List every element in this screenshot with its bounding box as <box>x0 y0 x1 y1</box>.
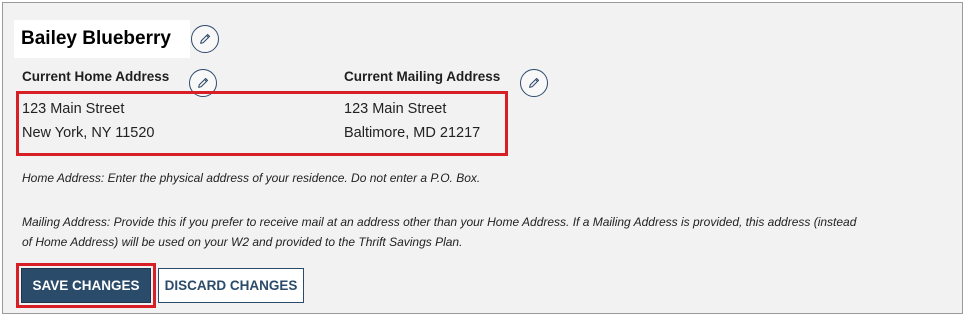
profile-name: Bailey Blueberry <box>21 28 171 49</box>
edit-mailing-address-button[interactable] <box>520 69 548 97</box>
mailing-address-note-line2: of Home Address) will be used on your W2… <box>22 235 463 249</box>
discard-changes-button[interactable]: DISCARD CHANGES <box>158 268 304 303</box>
address-panel: Bailey Blueberry Current Home Address Cu… <box>2 2 963 314</box>
pencil-icon <box>529 77 540 88</box>
pencil-icon <box>200 33 211 44</box>
save-changes-button[interactable]: SAVE CHANGES <box>21 268 151 303</box>
home-address-note: Home Address: Enter the physical address… <box>22 171 481 185</box>
address-highlight-box <box>16 91 508 156</box>
home-address-heading: Current Home Address <box>22 69 170 84</box>
edit-name-button[interactable] <box>191 25 219 53</box>
name-box: Bailey Blueberry <box>14 20 190 58</box>
pencil-icon <box>198 77 209 88</box>
mailing-address-note-line1: Mailing Address: Provide this if you pre… <box>22 215 857 229</box>
mailing-address-heading: Current Mailing Address <box>344 69 501 84</box>
